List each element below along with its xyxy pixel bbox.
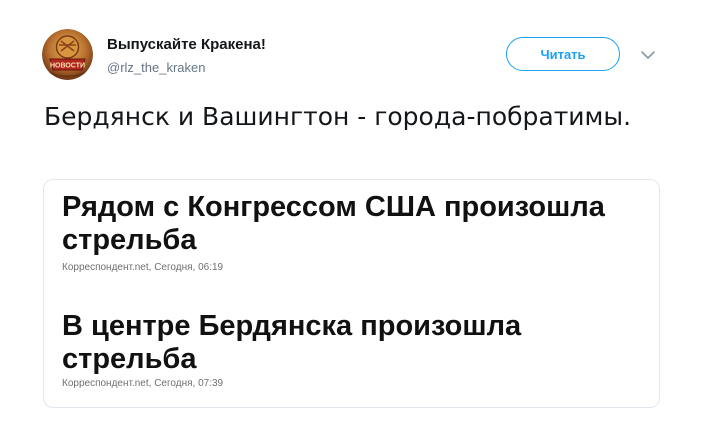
tweet-text: Бердянск и Вашингтон - города-побратимы. — [44, 102, 632, 131]
news-meta: Корреспондент.net, Сегодня, 07:39 — [62, 378, 224, 389]
chevron-down-icon[interactable] — [640, 49, 656, 61]
news-screenshot-card: Рядом с Конгрессом США произошла стрельб… — [43, 179, 660, 408]
follow-button[interactable]: Читать — [506, 37, 620, 71]
news-meta: Корреспондент.net, Сегодня, 06:19 — [62, 262, 224, 273]
author-name[interactable]: Выпускайте Кракена! — [107, 36, 266, 53]
news-headline: В центре Бердянска произошла стрельба — [62, 310, 522, 375]
news-headline: Рядом с Конгрессом США произошла стрельб… — [62, 191, 605, 256]
soviet-news-badge-icon: НОВОСТИ — [42, 29, 93, 80]
tweet: НОВОСТИ Выпускайте Кракена! @rlz_the_kra… — [0, 0, 702, 421]
avatar[interactable]: НОВОСТИ — [42, 29, 93, 80]
avatar-badge-text: НОВОСТИ — [50, 63, 85, 70]
author-handle[interactable]: @rlz_the_kraken — [107, 60, 205, 75]
